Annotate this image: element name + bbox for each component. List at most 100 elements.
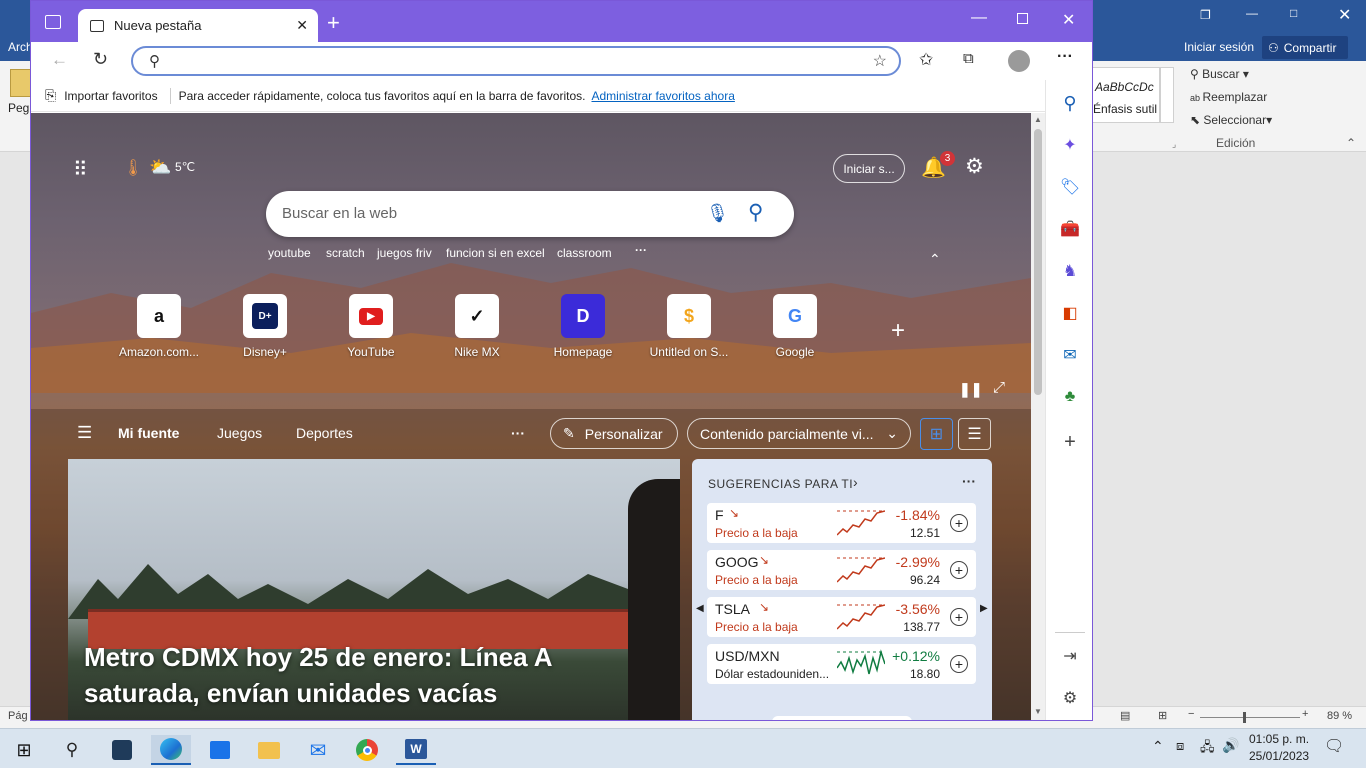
web-search-input[interactable]: Buscar en la web (282, 205, 397, 222)
page-indicator[interactable]: Pág (8, 710, 28, 722)
web-layout-icon[interactable]: ⊞ (1158, 709, 1167, 722)
zoom-slider[interactable] (1200, 717, 1300, 718)
more-suggestions-icon[interactable]: ··· (635, 243, 647, 257)
quick-link-amazon[interactable]: a Amazon.com... (109, 294, 209, 359)
sidebar-tools-icon[interactable]: 🧰 (1058, 217, 1082, 241)
page-scrollbar[interactable]: ▲ ▼ (1031, 113, 1045, 720)
start-button[interactable]: ⊞ (4, 735, 44, 765)
manage-favorites-link[interactable]: Administrar favoritos ahora (591, 89, 734, 103)
refresh-icon[interactable]: ↻ (93, 49, 108, 70)
stock-row[interactable]: USD/MXN Dólar estadouniden... +0.12% 18.80 + (707, 644, 976, 684)
carousel-next-icon[interactable]: ▶ (980, 603, 988, 614)
sidebar-hide-icon[interactable]: ⇥ (1058, 644, 1082, 668)
replace-button[interactable]: ab Reemplazar (1190, 90, 1267, 104)
stock-row[interactable]: F ↘ Precio a la baja -1.84% 12.51 + (707, 503, 976, 543)
sidebar-copilot-icon[interactable]: ✦ (1058, 133, 1082, 157)
taskbar-mail[interactable]: ✉ (298, 735, 338, 765)
panel-more-icon[interactable]: ··· (962, 473, 976, 489)
favorites-icon[interactable]: ✩ (919, 50, 933, 70)
quick-link-untitled[interactable]: $ Untitled on S... (639, 294, 739, 359)
expand-icon[interactable]: ⤢ (993, 379, 1005, 396)
sidebar-search-icon[interactable]: ⚲ (1058, 91, 1082, 115)
grid-layout-icon[interactable]: ⊞ (920, 418, 953, 450)
personalize-button[interactable]: ✎ Personalizar (550, 418, 678, 449)
back-icon[interactable]: ← (51, 50, 68, 70)
carousel-prev-icon[interactable]: ◀ (696, 603, 704, 614)
taskbar-explorer[interactable] (249, 735, 289, 765)
suggestion-chip[interactable]: scratch (326, 246, 365, 260)
new-tab-button[interactable]: + (327, 10, 340, 36)
stock-row[interactable]: TSLA ↘ Precio a la baja -3.56% 138.77 + (707, 597, 976, 637)
taskbar-word[interactable]: W (396, 735, 436, 765)
suggestion-chip[interactable]: funcion si en excel (446, 246, 545, 260)
content-visibility-dropdown[interactable]: Contenido parcialmente vi... ⌄ (687, 418, 911, 449)
dialog-launcher-icon[interactable]: ⌟ (1172, 139, 1176, 150)
sidebar-games-icon[interactable]: ♞ (1058, 259, 1082, 283)
style-gallery-scroll[interactable] (1160, 67, 1174, 123)
weather-sunny-cloud-icon[interactable]: ⛅ (149, 157, 171, 178)
suggestion-chip[interactable]: youtube (268, 246, 311, 260)
volume-icon[interactable]: 🔊 (1222, 737, 1239, 754)
word-file-menu[interactable]: Arch (8, 40, 33, 54)
collapse-chevron-up-icon[interactable]: ⌃ (929, 251, 941, 268)
taskbar-chrome[interactable] (347, 735, 387, 765)
microphone-icon[interactable]: 🎙 (706, 203, 729, 224)
scrollbar-thumb[interactable] (1034, 129, 1042, 395)
style-gallery[interactable]: AaBbCcDc Énfasis sutil (1092, 67, 1160, 123)
hamburger-menu-icon[interactable]: ☰ (77, 423, 92, 443)
collections-icon[interactable]: ⧉ (963, 50, 974, 67)
zoom-thumb[interactable] (1243, 712, 1246, 723)
zoom-in-icon[interactable]: + (1302, 708, 1308, 720)
taskbar-edge[interactable] (151, 735, 191, 765)
nav-my-feed[interactable]: Mi fuente (118, 425, 179, 441)
settings-gear-icon[interactable]: ⚙ (965, 154, 984, 179)
search-taskbar-button[interactable]: ⚲ (52, 735, 92, 765)
nav-sports[interactable]: Deportes (296, 425, 353, 441)
sidebar-office-icon[interactable]: ◧ (1058, 301, 1082, 325)
nav-games[interactable]: Juegos (217, 425, 262, 441)
quick-link-disney[interactable]: D+ Disney+ (215, 294, 315, 359)
minimize-icon[interactable]: — (971, 9, 987, 27)
search-icon[interactable]: ⚲ (748, 200, 763, 225)
profile-avatar[interactable] (1008, 50, 1030, 72)
add-to-watchlist-icon[interactable]: + (950, 514, 968, 532)
temperature[interactable]: 5℃ (175, 160, 195, 174)
hero-news-card[interactable]: Metro CDMX hoy 25 de enero: Línea A satu… (68, 459, 680, 720)
newtab-signin-button[interactable]: Iniciar s... (833, 154, 905, 183)
import-favorites-link[interactable]: Importar favoritos (64, 89, 157, 103)
taskbar-store[interactable] (200, 735, 240, 765)
scroll-up-icon[interactable]: ▲ (1034, 115, 1042, 124)
taskbar-app-1[interactable] (102, 735, 142, 765)
network-icon[interactable]: 🖧 (1200, 738, 1215, 760)
tab-actions-icon[interactable] (45, 15, 61, 29)
find-button[interactable]: ⚲ Buscar ▾ (1190, 67, 1249, 81)
web-search-box[interactable]: Buscar en la web 🎙 ⚲ (266, 191, 794, 237)
zoom-out-icon[interactable]: − (1188, 708, 1194, 720)
collapse-ribbon-icon[interactable]: ⌃ (1346, 136, 1356, 150)
word-share-button[interactable]: ⚇ Compartir (1262, 36, 1348, 59)
add-quick-link-button[interactable]: + (891, 317, 905, 345)
word-maximize-icon[interactable]: □ (1290, 6, 1297, 20)
suggestion-chip[interactable]: juegos friv (377, 246, 432, 260)
notification-center-icon[interactable]: 🗨 (1324, 736, 1344, 756)
pause-background-icon[interactable]: ❚❚ (959, 381, 982, 398)
tab-new-tab[interactable]: Nueva pestaña ✕ (78, 9, 318, 42)
sidebar-settings-icon[interactable]: ⚙ (1058, 686, 1082, 710)
clock-time[interactable]: 01:05 p. m. (1249, 732, 1309, 746)
quick-link-google[interactable]: G Google (745, 294, 845, 359)
sidebar-add-icon[interactable]: + (1058, 430, 1082, 454)
quick-link-nike[interactable]: ✓ Nike MX (427, 294, 527, 359)
add-favorite-icon[interactable]: ☆ (873, 51, 887, 71)
stock-row[interactable]: GOOG ↘ Precio a la baja -2.99% 96.24 + (707, 550, 976, 590)
apps-launcher-icon[interactable]: ⠿ (73, 157, 89, 182)
word-minimize-icon[interactable]: — (1246, 6, 1258, 20)
scroll-down-icon[interactable]: ▼ (1034, 707, 1042, 716)
quick-link-homepage[interactable]: D Homepage (533, 294, 633, 359)
hero-headline[interactable]: Metro CDMX hoy 25 de enero: Línea A satu… (84, 639, 644, 711)
suggestions-title[interactable]: SUGERENCIAS PARA TI (708, 477, 853, 491)
select-button[interactable]: ⬉ Seleccionar▾ (1190, 113, 1272, 127)
add-to-watchlist-icon[interactable]: + (950, 655, 968, 673)
paste-icon[interactable] (10, 69, 32, 97)
print-layout-icon[interactable]: ▤ (1120, 709, 1130, 722)
add-to-watchlist-icon[interactable]: + (950, 608, 968, 626)
